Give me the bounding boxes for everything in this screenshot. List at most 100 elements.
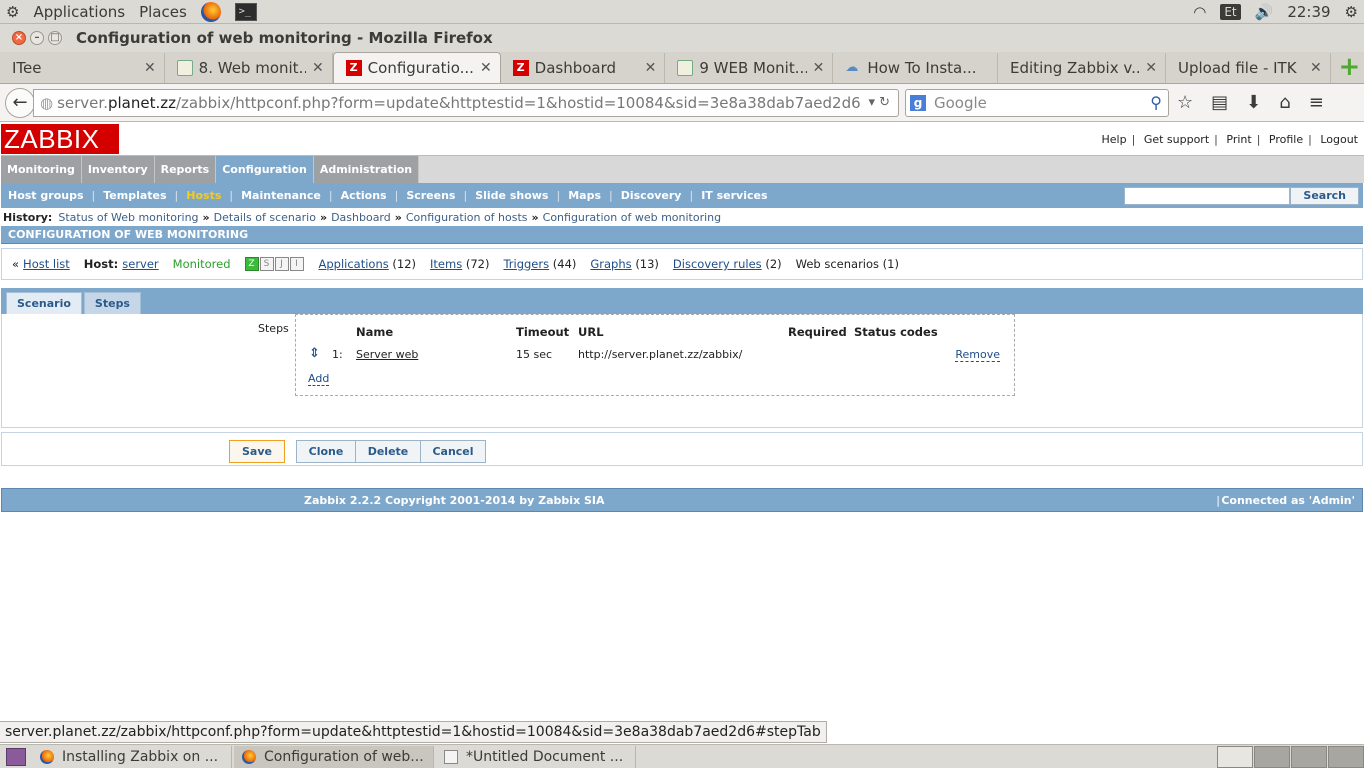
volume-icon[interactable]: 🔊 xyxy=(1255,3,1274,21)
tab-close-icon[interactable]: ✕ xyxy=(1145,60,1157,76)
taskbar-item-installing-zabbix[interactable]: Installing Zabbix on ... xyxy=(32,745,232,768)
taskbar-item-untitled-document[interactable]: *Untitled Document ... xyxy=(436,745,636,768)
host-name-link[interactable]: server xyxy=(122,257,158,271)
submenu-host-groups[interactable]: Host groups xyxy=(8,189,84,202)
print-link[interactable]: Print xyxy=(1226,133,1251,146)
submenu-it-services[interactable]: IT services xyxy=(701,189,767,202)
new-tab-plus-icon[interactable]: + xyxy=(1335,53,1364,83)
taskbar-item-configuration[interactable]: Configuration of web... xyxy=(234,745,434,768)
browser-tab-9-web-monit[interactable]: 9 WEB Monit... ✕ xyxy=(665,53,834,83)
applications-menu[interactable]: Applications xyxy=(33,3,125,21)
submenu-hosts[interactable]: Hosts xyxy=(186,189,221,202)
home-icon[interactable]: ⌂ xyxy=(1279,92,1290,113)
get-support-link[interactable]: Get support xyxy=(1144,133,1209,146)
submenu-slide-shows[interactable]: Slide shows xyxy=(475,189,548,202)
url-input[interactable]: ◍ server. planet.zz/zabbix/httpconf.php?f… xyxy=(33,88,899,117)
keyboard-layout-indicator[interactable]: Et xyxy=(1220,3,1241,20)
window-close-button[interactable]: × xyxy=(12,31,26,45)
tab-close-icon[interactable]: ✕ xyxy=(144,60,156,76)
tab-close-icon[interactable]: ✕ xyxy=(813,60,825,76)
window-minimize-button[interactable]: – xyxy=(30,31,44,45)
wifi-icon[interactable]: ◠ xyxy=(1193,3,1206,21)
download-arrow-icon[interactable]: ⬇ xyxy=(1246,92,1261,113)
reload-icon[interactable]: ▾ ↻ xyxy=(868,95,890,110)
tab-close-icon[interactable]: ✕ xyxy=(312,60,324,76)
firefox-launcher-icon[interactable] xyxy=(200,1,221,22)
cancel-button[interactable]: Cancel xyxy=(420,440,486,463)
show-desktop-icon[interactable] xyxy=(6,747,26,766)
delete-button[interactable]: Delete xyxy=(355,440,421,463)
breadcrumb-item[interactable]: Configuration of web monitoring xyxy=(543,211,722,224)
step-name-link[interactable]: Server web xyxy=(356,348,418,361)
triggers-link[interactable]: Triggers xyxy=(503,257,549,271)
browser-tab-dashboard[interactable]: Z Dashboard ✕ xyxy=(501,53,666,83)
back-arrow-icon[interactable]: ← xyxy=(5,87,35,118)
host-status[interactable]: Monitored xyxy=(173,257,231,271)
menu-inventory[interactable]: Inventory xyxy=(81,156,155,183)
workspace-4[interactable] xyxy=(1328,745,1364,768)
breadcrumb-item[interactable]: Dashboard xyxy=(331,211,391,224)
remove-step-button[interactable]: Remove xyxy=(955,348,1000,362)
search-icon[interactable]: ⚲ xyxy=(1150,93,1162,112)
jmx-icon: J xyxy=(274,257,289,271)
bookmark-star-icon[interactable]: ☆ xyxy=(1177,92,1193,113)
menu-monitoring[interactable]: Monitoring xyxy=(1,156,82,183)
browser-tab-how-to[interactable]: ☁ How To Insta... xyxy=(833,53,999,83)
breadcrumb-item[interactable]: Status of Web monitoring xyxy=(58,211,198,224)
tab-close-icon[interactable]: ✕ xyxy=(645,60,657,76)
hamburger-menu-icon[interactable]: ≡ xyxy=(1309,92,1324,113)
applications-link[interactable]: Applications xyxy=(319,257,389,271)
breadcrumb-item[interactable]: Configuration of hosts xyxy=(406,211,528,224)
menu-configuration[interactable]: Configuration xyxy=(216,156,314,183)
help-link[interactable]: Help xyxy=(1102,133,1127,146)
browser-tab-configuration[interactable]: Z Configuratio... ✕ xyxy=(332,52,501,83)
ubuntu-logo-icon[interactable]: ⚙ xyxy=(6,3,19,21)
browser-tab-itee[interactable]: ITee ✕ xyxy=(0,53,165,83)
reading-list-icon[interactable]: ▤ xyxy=(1211,92,1228,113)
zabbix-logo[interactable]: ZABBIX xyxy=(1,124,119,154)
submenu-maps[interactable]: Maps xyxy=(568,189,601,202)
clock[interactable]: 22:39 xyxy=(1287,3,1330,21)
drag-handle-icon[interactable]: ⇕ xyxy=(309,346,320,361)
graphs-link[interactable]: Graphs xyxy=(590,257,631,271)
zabbix-search-button[interactable]: Search xyxy=(1290,186,1359,205)
profile-link[interactable]: Profile xyxy=(1269,133,1303,146)
system-gear-icon[interactable]: ⚙ xyxy=(1345,3,1358,21)
menu-administration[interactable]: Administration xyxy=(313,156,420,183)
workspace-switcher xyxy=(1216,745,1364,768)
submenu-maintenance[interactable]: Maintenance xyxy=(241,189,321,202)
breadcrumb-item[interactable]: Details of scenario xyxy=(214,211,316,224)
generic-page-icon xyxy=(176,60,193,76)
tab-label: Configuratio... xyxy=(367,59,474,77)
browser-tab-editing-zabbix[interactable]: Editing Zabbix v... ✕ xyxy=(998,53,1167,83)
menu-reports[interactable]: Reports xyxy=(154,156,217,183)
window-maximize-button[interactable]: □ xyxy=(48,31,62,45)
tab-scenario[interactable]: Scenario xyxy=(6,292,82,314)
tab-close-icon[interactable]: ✕ xyxy=(1310,60,1322,76)
browser-tab-web-monit[interactable]: 8. Web monit... ✕ xyxy=(165,53,333,83)
clone-button[interactable]: Clone xyxy=(296,440,356,463)
host-list-link[interactable]: Host list xyxy=(23,257,70,271)
zabbix-footer: Zabbix 2.2.2 Copyright 2001-2014 by Zabb… xyxy=(1,488,1363,512)
tab-steps[interactable]: Steps xyxy=(83,292,141,314)
save-button[interactable]: Save xyxy=(229,440,285,463)
google-icon[interactable]: g xyxy=(910,94,926,111)
tab-close-icon[interactable]: ✕ xyxy=(480,60,492,76)
zabbix-search-input[interactable] xyxy=(1124,186,1291,205)
discovery-rules-link[interactable]: Discovery rules xyxy=(673,257,762,271)
submenu-discovery[interactable]: Discovery xyxy=(621,189,682,202)
browser-tab-upload-file[interactable]: Upload file - ITK ✕ xyxy=(1166,53,1331,83)
places-menu[interactable]: Places xyxy=(139,3,187,21)
terminal-launcher-icon[interactable]: >_ xyxy=(234,2,257,21)
logout-link[interactable]: Logout xyxy=(1320,133,1358,146)
workspace-3[interactable] xyxy=(1291,745,1327,768)
main-menu: Monitoring Inventory Reports Configurati… xyxy=(1,155,1364,183)
items-link[interactable]: Items xyxy=(430,257,462,271)
workspace-2[interactable] xyxy=(1254,745,1290,768)
submenu-actions[interactable]: Actions xyxy=(341,189,387,202)
add-step-button[interactable]: Add xyxy=(308,372,330,386)
web-search-input[interactable]: g Google ⚲ xyxy=(905,88,1169,117)
submenu-screens[interactable]: Screens xyxy=(406,189,455,202)
workspace-1[interactable] xyxy=(1217,745,1253,768)
submenu-templates[interactable]: Templates xyxy=(103,189,166,202)
